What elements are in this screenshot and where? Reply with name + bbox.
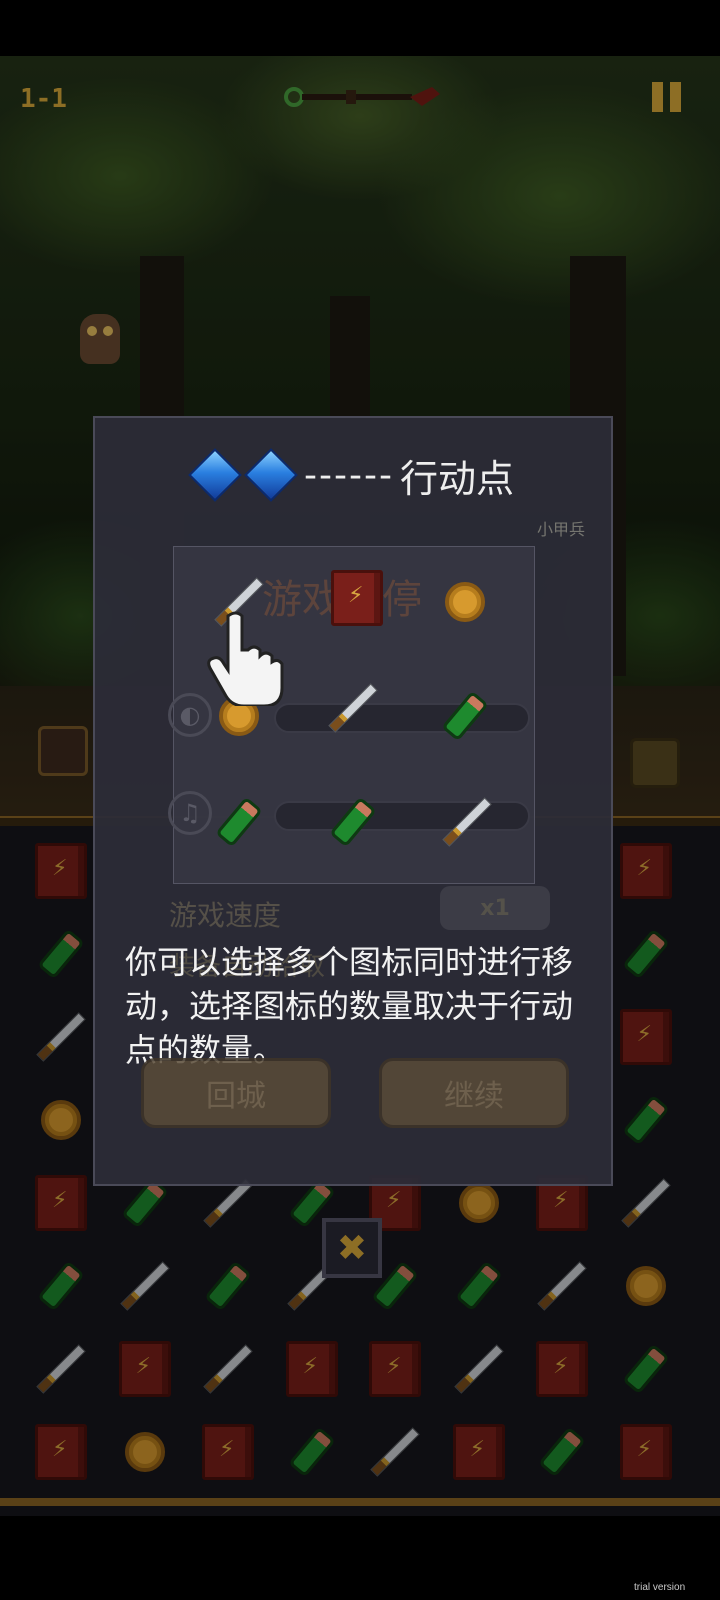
grid-potion[interactable] xyxy=(318,787,388,857)
return-town-button[interactable]: 回城 xyxy=(141,1058,331,1128)
grid-sword[interactable] xyxy=(318,673,388,743)
grid-sword[interactable] xyxy=(432,787,502,857)
dialog-title: 行动点 xyxy=(399,456,514,501)
grid-potion[interactable] xyxy=(204,787,274,857)
trial-watermark: trial version xyxy=(634,1582,686,1593)
action-points-header: ------ 行动点 xyxy=(95,448,615,502)
pointer-hand-icon xyxy=(207,611,284,706)
action-point-gem-icon xyxy=(244,448,298,502)
tutorial-text: 你可以选择多个图标同时进行移动，选择图标的数量取决于行动点的数量。 xyxy=(125,943,574,1069)
game-speed-label: 游戏速度 xyxy=(169,899,282,932)
unit-tag: 小甲兵 xyxy=(537,520,586,539)
action-point-gem-icon xyxy=(188,448,242,502)
action-points-dashes: ------ xyxy=(304,454,394,496)
paused-menu-panel: 游戏暂停 ◐ ♫ xyxy=(168,546,535,884)
grid-potion[interactable] xyxy=(430,681,500,751)
action-point-gems xyxy=(188,448,298,502)
grid-book[interactable] xyxy=(322,563,392,633)
game-speed-button: x1 xyxy=(440,886,550,930)
continue-button[interactable]: 继续 xyxy=(379,1058,569,1128)
grid-coin[interactable] xyxy=(430,567,500,637)
tutorial-dialog: ------ 行动点 小甲兵 游戏暂停 ◐ ♫ 游戏速度 x1 装备自动拾取 你… xyxy=(93,416,613,1186)
